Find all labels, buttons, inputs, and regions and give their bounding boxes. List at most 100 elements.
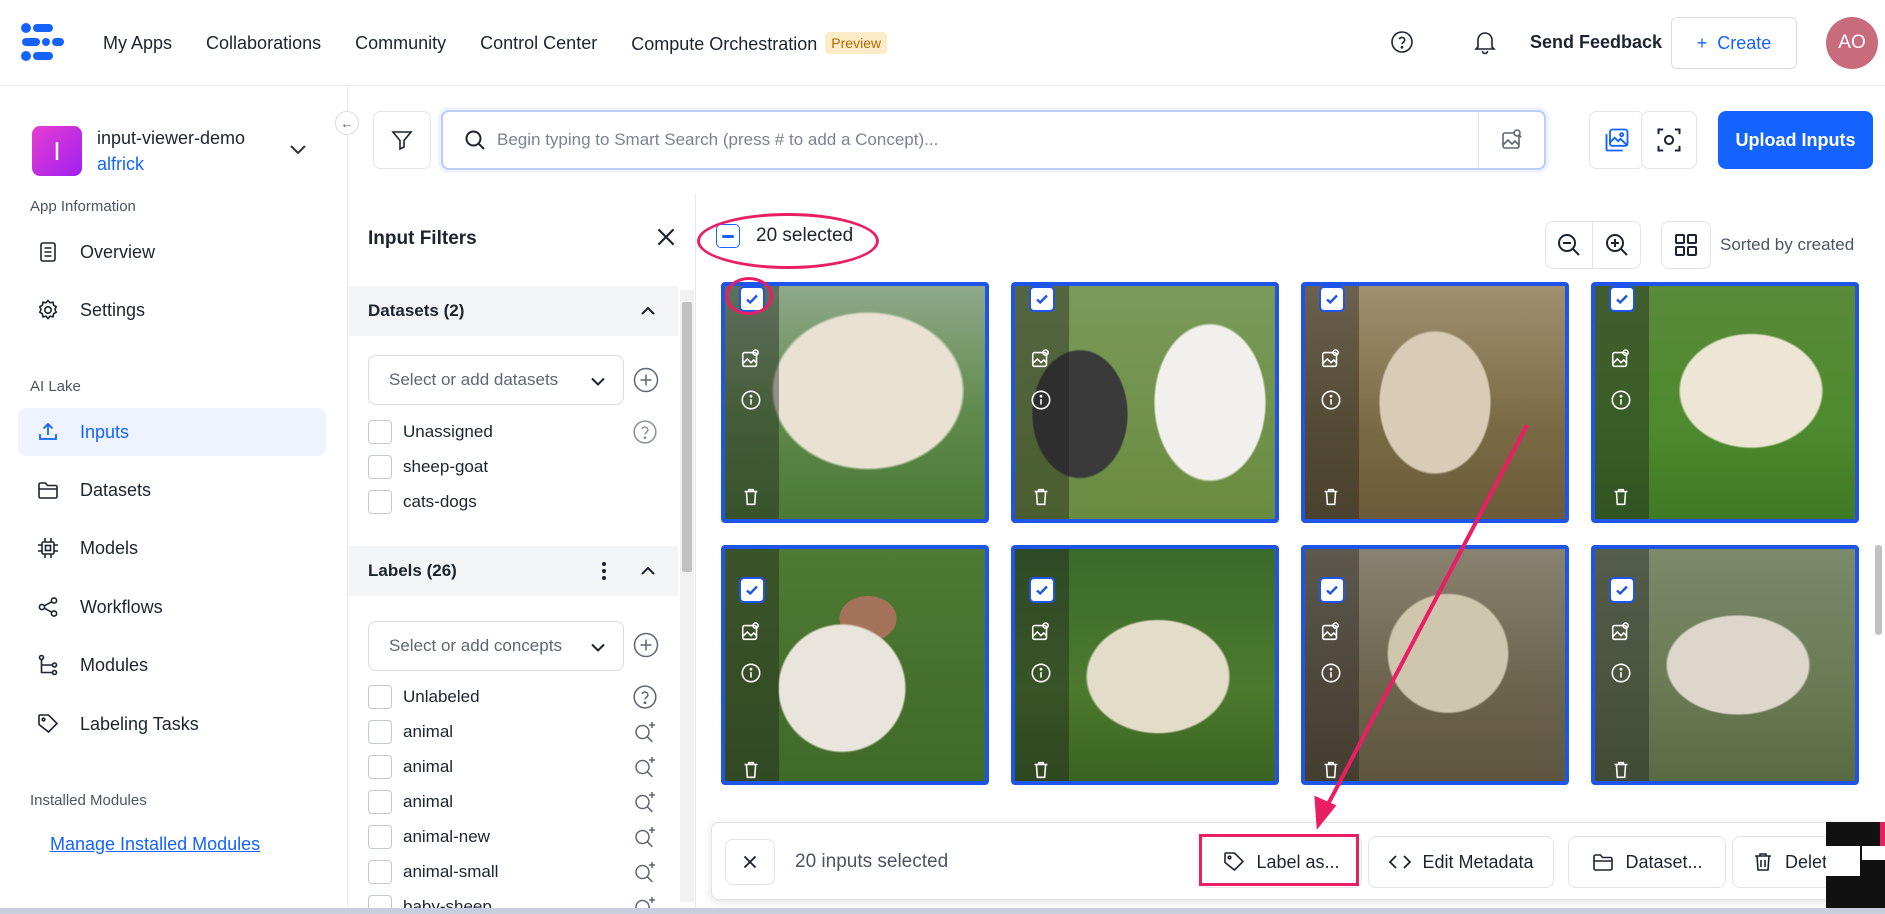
checkbox[interactable] — [368, 720, 392, 744]
sidebar-item-modules[interactable]: Modules — [18, 641, 326, 689]
zoom-out-button[interactable] — [1546, 222, 1594, 268]
info-icon[interactable] — [1320, 389, 1342, 411]
sidebar-item-inputs[interactable]: Inputs — [18, 408, 326, 456]
image-search-button[interactable] — [1478, 112, 1544, 168]
search-sparkle-icon[interactable] — [632, 859, 658, 885]
filters-scrollbar[interactable] — [680, 290, 694, 902]
checkbox[interactable] — [368, 790, 392, 814]
nav-control-center[interactable]: Control Center — [480, 33, 597, 54]
image-search-icon[interactable] — [1320, 621, 1342, 643]
add-concept-icon[interactable] — [633, 632, 659, 658]
grid-scrollbar[interactable] — [1872, 285, 1885, 825]
trash-icon[interactable] — [1030, 486, 1052, 508]
checkbox[interactable] — [368, 755, 392, 779]
sidebar-item-workflows[interactable]: Workflows — [18, 583, 326, 631]
label-option-unlabeled[interactable]: Unlabeled — [368, 684, 480, 710]
grid-layout-button[interactable] — [1661, 221, 1711, 269]
sort-label[interactable]: Sorted by created — [1720, 235, 1854, 255]
datasets-select[interactable]: Select or add datasets — [368, 355, 624, 405]
image-search-icon[interactable] — [1030, 621, 1052, 643]
user-avatar[interactable]: AO — [1826, 17, 1878, 69]
concepts-select[interactable]: Select or add concepts — [368, 621, 624, 671]
info-icon[interactable] — [740, 389, 762, 411]
input-tile[interactable] — [1591, 282, 1859, 523]
trash-icon[interactable] — [1610, 759, 1632, 781]
info-icon[interactable] — [1030, 662, 1052, 684]
dataset-option-sheep-goat[interactable]: sheep-goat — [368, 454, 488, 480]
trash-icon[interactable] — [740, 486, 762, 508]
labels-section-header[interactable]: Labels (26) — [348, 546, 678, 596]
trash-icon[interactable] — [1320, 759, 1342, 781]
app-owner-link[interactable]: alfrick — [97, 154, 144, 175]
tile-checkbox[interactable] — [1609, 577, 1635, 603]
scrollbar-thumb[interactable] — [1875, 545, 1882, 635]
help-icon[interactable] — [632, 419, 658, 445]
clarifai-logo[interactable] — [20, 22, 66, 62]
sidebar-item-overview[interactable]: Overview — [18, 228, 326, 276]
image-search-icon[interactable] — [740, 621, 762, 643]
info-icon[interactable] — [740, 662, 762, 684]
more-vertical-icon[interactable] — [594, 560, 614, 582]
collapse-sidebar-button[interactable]: ← — [335, 111, 359, 135]
tile-checkbox[interactable] — [1609, 286, 1635, 312]
trash-icon[interactable] — [1610, 486, 1632, 508]
tile-checkbox[interactable] — [1029, 577, 1055, 603]
edit-metadata-button[interactable]: Edit Metadata — [1368, 836, 1554, 888]
create-button[interactable]: + Create — [1671, 17, 1797, 69]
checkbox[interactable] — [368, 825, 392, 849]
help-icon[interactable] — [632, 684, 658, 710]
search-input[interactable] — [497, 122, 1457, 158]
object-detect-view-button[interactable] — [1641, 111, 1697, 169]
sidebar-item-settings[interactable]: Settings — [18, 286, 326, 334]
trash-icon[interactable] — [1320, 486, 1342, 508]
input-tile[interactable] — [1301, 282, 1569, 523]
upload-inputs-button[interactable]: Upload Inputs — [1718, 111, 1873, 169]
datasets-section-header[interactable]: Datasets (2) — [348, 286, 678, 336]
sidebar-item-labeling-tasks[interactable]: Labeling Tasks — [18, 700, 326, 748]
image-search-icon[interactable] — [740, 348, 762, 370]
select-all-checkbox[interactable] — [716, 224, 740, 248]
scrollbar-thumb[interactable] — [682, 302, 692, 572]
help-icon[interactable] — [1390, 30, 1414, 54]
input-tile[interactable] — [1011, 282, 1279, 523]
label-option[interactable]: animal — [368, 719, 453, 745]
image-view-button[interactable] — [1589, 111, 1645, 169]
image-search-icon[interactable] — [1610, 621, 1632, 643]
label-option[interactable]: animal-small — [368, 859, 498, 885]
clear-selection-button[interactable] — [725, 839, 775, 885]
info-icon[interactable] — [1320, 662, 1342, 684]
checkbox[interactable] — [368, 490, 392, 514]
dataset-option-cats-dogs[interactable]: cats-dogs — [368, 489, 477, 515]
search-sparkle-icon[interactable] — [632, 754, 658, 780]
filter-toggle-button[interactable] — [373, 111, 431, 169]
checkbox[interactable] — [368, 455, 392, 479]
tile-checkbox[interactable] — [739, 286, 765, 312]
nav-compute-orchestration[interactable]: Compute Orchestration Preview — [631, 31, 888, 55]
info-icon[interactable] — [1610, 389, 1632, 411]
close-icon[interactable] — [653, 224, 679, 250]
input-tile[interactable] — [1011, 545, 1279, 785]
dataset-option-unassigned[interactable]: Unassigned — [368, 419, 493, 445]
bell-icon[interactable] — [1473, 29, 1497, 55]
label-option[interactable]: animal — [368, 789, 453, 815]
nav-collaborations[interactable]: Collaborations — [206, 33, 321, 54]
label-as-button[interactable]: Label as... — [1200, 836, 1362, 888]
tile-checkbox[interactable] — [1319, 577, 1345, 603]
search-sparkle-icon[interactable] — [632, 824, 658, 850]
checkbox[interactable] — [368, 685, 392, 709]
sidebar-item-models[interactable]: Models — [18, 524, 326, 572]
image-search-icon[interactable] — [1030, 348, 1052, 370]
dataset-button[interactable]: Dataset... — [1568, 836, 1726, 888]
trash-icon[interactable] — [1030, 759, 1052, 781]
search-sparkle-icon[interactable] — [632, 719, 658, 745]
input-tile[interactable] — [721, 282, 989, 523]
chevron-down-icon[interactable] — [287, 138, 309, 160]
image-search-icon[interactable] — [1320, 348, 1342, 370]
image-search-icon[interactable] — [1610, 348, 1632, 370]
nav-community[interactable]: Community — [355, 33, 446, 54]
trash-icon[interactable] — [740, 759, 762, 781]
label-option[interactable]: animal — [368, 754, 453, 780]
label-option[interactable]: animal-new — [368, 824, 490, 850]
input-tile[interactable] — [1591, 545, 1859, 785]
sidebar-item-datasets[interactable]: Datasets — [18, 466, 326, 514]
